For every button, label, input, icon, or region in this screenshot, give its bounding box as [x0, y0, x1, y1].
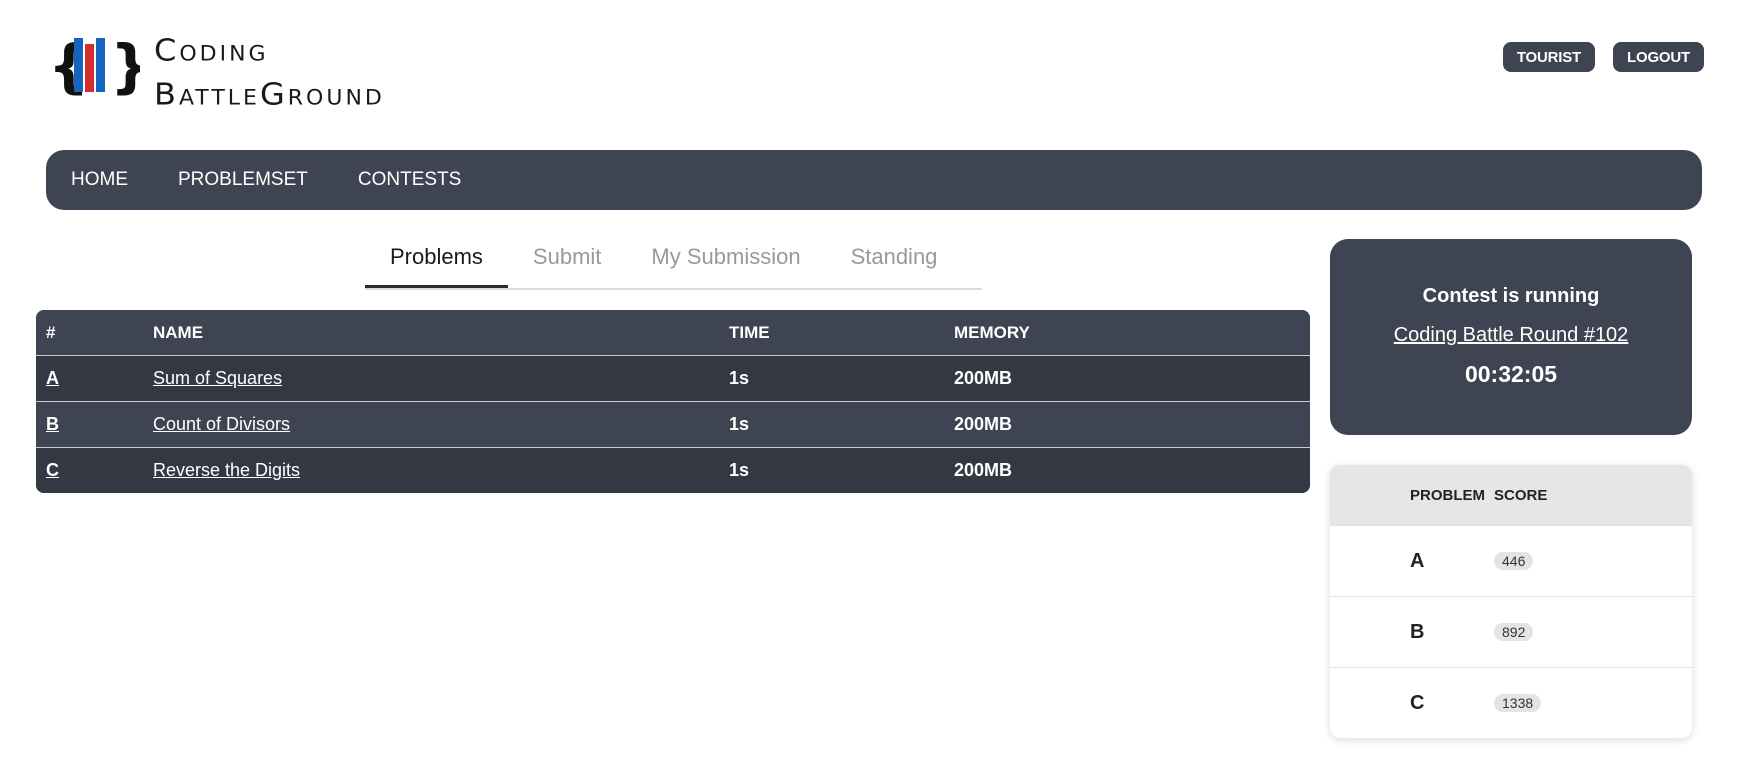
logo-icon: { } — [48, 32, 140, 100]
contest-tabs: Problems Submit My Submission Standing — [365, 238, 982, 290]
table-header: # NAME TIME MEMORY — [36, 310, 1310, 355]
header-memory: MEMORY — [954, 322, 1030, 342]
svg-text:{: { — [48, 32, 89, 100]
score-problem: C — [1410, 691, 1425, 714]
logo[interactable]: { } Coding BattleGround — [48, 28, 385, 116]
score-badge: 446 — [1494, 551, 1534, 570]
table-row: A Sum of Squares 1s 200MB — [36, 355, 1310, 401]
problem-id-link[interactable]: B — [46, 414, 59, 434]
problem-memory: 200MB — [954, 460, 1013, 480]
score-table: PROBLEM SCORE A 446 B 892 C 1338 — [1330, 465, 1692, 738]
table-row: C Reverse the Digits 1s 200MB — [36, 447, 1310, 493]
problem-time: 1s — [729, 414, 750, 434]
tab-submit[interactable]: Submit — [508, 238, 626, 288]
contest-status: Contest is running — [1422, 285, 1600, 307]
problem-time: 1s — [729, 368, 750, 388]
nav-contests[interactable]: CONTESTS — [358, 169, 461, 191]
contest-status-card: Contest is running Coding Battle Round #… — [1330, 239, 1692, 435]
problem-id-link[interactable]: A — [46, 368, 59, 388]
tab-problems[interactable]: Problems — [365, 238, 508, 288]
problem-id-link[interactable]: C — [46, 460, 59, 480]
logo-text: Coding BattleGround — [154, 28, 385, 116]
score-badge: 892 — [1494, 622, 1534, 641]
score-badge: 1338 — [1494, 693, 1542, 712]
logo-line-2: BattleGround — [154, 75, 385, 113]
tab-my-submission[interactable]: My Submission — [626, 238, 825, 288]
svg-text:}: } — [110, 32, 140, 100]
header: { } Coding BattleGround TOURIST LOGOUT — [0, 0, 1744, 140]
problem-memory: 200MB — [954, 368, 1013, 388]
problem-name-link[interactable]: Count of Divisors — [153, 414, 290, 434]
logout-button[interactable]: LOGOUT — [1613, 42, 1704, 72]
contest-timer: 00:32:05 — [1464, 361, 1558, 387]
problem-name-link[interactable]: Sum of Squares — [153, 368, 282, 388]
problem-memory: 200MB — [954, 414, 1013, 434]
problems-table: # NAME TIME MEMORY A Sum of Squares 1s 2… — [36, 310, 1310, 493]
header-name: NAME — [153, 322, 204, 342]
score-row: B 892 — [1330, 596, 1692, 667]
score-problem: B — [1410, 620, 1425, 643]
header-id: # — [46, 322, 56, 342]
score-row: C 1338 — [1330, 667, 1692, 738]
problem-name-link[interactable]: Reverse the Digits — [153, 460, 300, 480]
tab-standing[interactable]: Standing — [826, 238, 963, 288]
logo-line-1: Coding — [154, 31, 269, 69]
main-nav: HOME PROBLEMSET CONTESTS — [46, 150, 1702, 210]
nav-home[interactable]: HOME — [71, 169, 128, 191]
table-row: B Count of Divisors 1s 200MB — [36, 401, 1310, 447]
header-time: TIME — [729, 322, 770, 342]
score-header-problem: PROBLEM — [1410, 486, 1485, 504]
score-header: PROBLEM SCORE — [1330, 465, 1692, 525]
user-profile-button[interactable]: TOURIST — [1502, 42, 1596, 72]
score-header-score: SCORE — [1494, 486, 1548, 504]
user-actions: TOURIST LOGOUT — [1502, 42, 1704, 72]
score-problem: A — [1410, 549, 1425, 572]
nav-problemset[interactable]: PROBLEMSET — [178, 169, 308, 191]
problem-time: 1s — [729, 460, 750, 480]
contest-name-link[interactable]: Coding Battle Round #102 — [1394, 324, 1629, 347]
score-row: A 446 — [1330, 525, 1692, 596]
